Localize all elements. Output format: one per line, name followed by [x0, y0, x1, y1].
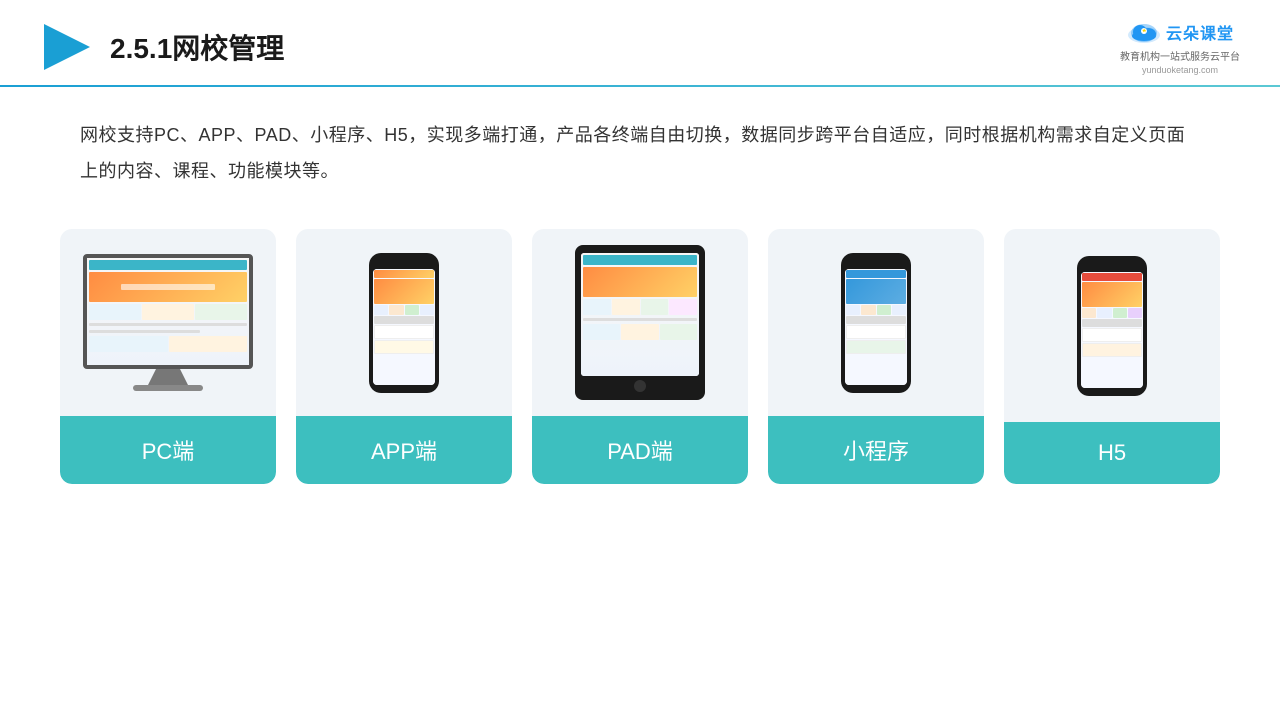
card-pc: PC端	[60, 229, 276, 484]
monitor-stand	[148, 369, 188, 385]
card-miniprogram: 小程序	[768, 229, 984, 484]
phone-screen-app	[373, 269, 435, 385]
card-miniprogram-label: 小程序	[768, 416, 984, 484]
card-h5-label: H5	[1004, 422, 1220, 484]
brand-cloud: 云朵课堂	[1126, 18, 1234, 46]
card-app: APP端	[296, 229, 512, 484]
phone-mockup-h5	[1077, 256, 1147, 396]
brand-name: 云朵课堂	[1166, 20, 1234, 44]
tablet-screen	[581, 253, 699, 376]
brand-tagline: 教育机构一站式服务云平台	[1120, 48, 1240, 63]
card-h5-image	[1004, 229, 1220, 422]
header-left: 2.5.1网校管理	[40, 20, 284, 74]
phone-mockup-app	[369, 253, 439, 393]
monitor-screen	[83, 254, 253, 369]
card-pad-label: PAD端	[532, 416, 748, 484]
page-title: 2.5.1网校管理	[110, 27, 284, 67]
card-pc-image	[60, 229, 276, 416]
monitor-mockup	[78, 254, 258, 391]
tablet-mockup	[575, 245, 705, 400]
card-h5: H5	[1004, 229, 1220, 484]
card-miniprogram-image	[768, 229, 984, 416]
card-pad-image	[532, 229, 748, 416]
monitor-base	[133, 385, 203, 391]
page-description: 网校支持PC、APP、PAD、小程序、H5，实现多端打通，产品各终端自由切换，数…	[0, 87, 1280, 209]
card-app-image	[296, 229, 512, 416]
cloud-icon	[1126, 18, 1162, 46]
card-pc-label: PC端	[60, 416, 276, 484]
phone-screen-mini	[845, 269, 907, 385]
card-app-label: APP端	[296, 416, 512, 484]
phone-screen-h5	[1081, 272, 1143, 388]
brand-logo: 云朵课堂 教育机构一站式服务云平台 yunduoketang.com	[1120, 18, 1240, 75]
phone-mockup-mini	[841, 253, 911, 393]
cards-container: PC端	[0, 209, 1280, 504]
card-pad: PAD端	[532, 229, 748, 484]
header: 2.5.1网校管理 云朵课堂 教育机构一站式服务云平台 yunduoketang…	[0, 0, 1280, 75]
brand-url: yunduoketang.com	[1142, 65, 1218, 75]
logo-icon	[40, 20, 94, 74]
